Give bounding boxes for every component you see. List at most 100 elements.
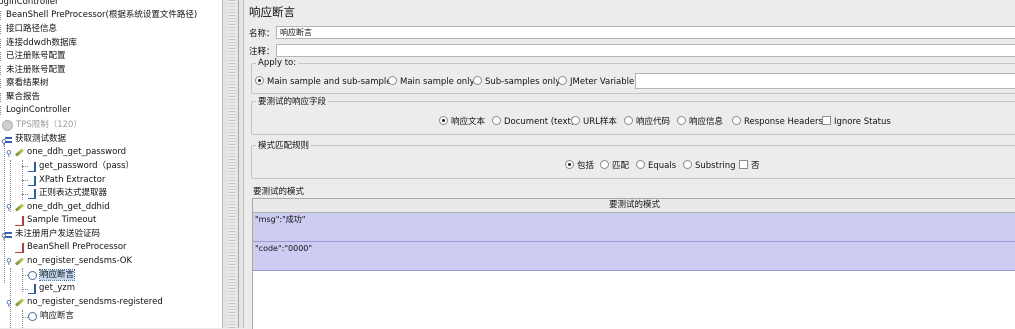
apply-main-and-sub-radio[interactable]: Main sample and sub-samples: [255, 76, 396, 88]
assertion-panel: 响应断言 名称： 响应断言 注释： Apply to: Main sample …: [243, 0, 1015, 329]
rule-matches-radio[interactable]: 匹配: [600, 160, 629, 172]
radio-selected-icon: [255, 76, 264, 85]
tree-leaf-icon: [0, 11, 3, 20]
tree-item[interactable]: BeanShell PreProcessor: [15, 241, 127, 254]
tree-item-label: BeanShell PreProcessor: [27, 242, 127, 252]
tree-item[interactable]: 未注册账号配置: [0, 64, 66, 77]
field-to-test-legend: 要测试的响应字段: [258, 97, 327, 107]
tree-item-label: 接口路径信息: [6, 24, 58, 34]
tree-item[interactable]: 响应断言: [28, 269, 76, 282]
tree-item-label: LoginController: [6, 105, 71, 115]
tree-item-label: 聚合报告: [6, 92, 41, 102]
tree-item[interactable]: no_register_sendsms-registered: [15, 296, 163, 309]
tree-item[interactable]: one_ddh_get_ddhid: [15, 201, 110, 214]
patterns-table[interactable]: 要测试的模式 "msg":"成功" "code":"0000": [252, 198, 1015, 329]
field-response-code-radio[interactable]: 响应代码: [624, 116, 670, 128]
radio-icon: [683, 160, 692, 169]
apply-sub-only-radio[interactable]: Sub-samples only: [473, 76, 560, 88]
tree-item[interactable]: loginController: [0, 0, 59, 9]
expand-handle[interactable]: ⚲: [6, 258, 13, 266]
tree-item[interactable]: 正则表达式提取器: [28, 187, 107, 200]
tree-item-label: 正则表达式提取器: [39, 188, 108, 198]
assertion-icon: [28, 271, 37, 280]
field-response-message-radio[interactable]: 响应信息: [677, 116, 723, 128]
tree-item[interactable]: 响应断言: [28, 310, 74, 323]
apply-main-only-radio[interactable]: Main sample only: [388, 76, 475, 88]
tree-item[interactable]: 未注册用户发送验证码: [5, 228, 100, 241]
expand-handle[interactable]: ⚲: [6, 150, 13, 158]
sampler-icon: [15, 298, 24, 307]
tree-item[interactable]: TPS限制（120）: [2, 119, 82, 132]
rule-not-checkbox[interactable]: 否: [739, 160, 760, 172]
radio-selected-icon: [565, 160, 574, 169]
tree-item[interactable]: 已注册账号配置: [0, 50, 66, 63]
patterns-legend: 要测试的模式: [253, 187, 305, 197]
tree-item-label: loginController: [0, 0, 59, 7]
tree-item-label: get_yzm: [39, 283, 75, 293]
tree-leaf-icon: [0, 52, 3, 61]
tree-item-label: one_ddh_get_ddhid: [27, 202, 110, 212]
tree-item[interactable]: XPath Extractor: [28, 174, 105, 187]
checkbox-icon: [822, 116, 831, 125]
pane-splitter[interactable]: [222, 0, 244, 328]
tree-item[interactable]: get_yzm: [28, 282, 75, 295]
apply-jmeter-variable-radio[interactable]: JMeter Variable: [558, 76, 634, 88]
tree-item[interactable]: 接口路径信息: [0, 23, 57, 36]
extractor-icon: [28, 283, 36, 294]
tree-item[interactable]: LoginController: [0, 104, 71, 117]
field-document-text-radio[interactable]: Document (text): [492, 116, 574, 128]
tree-item-label: 响应断言: [40, 311, 75, 321]
option-label: 匹配: [612, 161, 630, 171]
rule-equals-radio[interactable]: Equals: [636, 160, 676, 172]
tree-item[interactable]: no_register_sendsms-OK: [15, 255, 132, 268]
rule-contains-radio[interactable]: 包括: [565, 160, 594, 172]
tree-item[interactable]: 聚合报告: [0, 91, 40, 104]
tree-item-label: 察看结果树: [6, 78, 49, 88]
expand-handle[interactable]: ⚲: [6, 300, 13, 308]
option-label: Document (text): [504, 117, 575, 127]
tree-item[interactable]: 获取测试数据: [5, 133, 66, 146]
table-row[interactable]: "msg":"成功": [253, 213, 1015, 242]
tree-item[interactable]: 察看结果树: [0, 77, 49, 90]
table-row[interactable]: "code":"0000": [253, 242, 1015, 271]
tree-item[interactable]: get_password（pass）: [28, 160, 134, 173]
jmeter-variable-input[interactable]: [635, 73, 1015, 89]
radio-icon: [492, 116, 501, 125]
name-field[interactable]: 响应断言: [276, 26, 1015, 39]
test-plan-tree[interactable]: ⚲ ⚲ ⚲ ⚲ ⚲ ⚲ loginController BeanShell Pr…: [0, 0, 222, 328]
tree-item-label: 响应断言: [38, 269, 76, 281]
patterns-column-header[interactable]: 要测试的模式: [253, 199, 1015, 213]
matching-rules-group: 模式匹配规则: [251, 139, 1015, 179]
matching-rules-legend: 模式匹配规则: [258, 141, 310, 151]
ignore-status-checkbox[interactable]: Ignore Status: [822, 116, 891, 128]
tree-item-label: 已注册账号配置: [6, 51, 66, 61]
tree-item[interactable]: Sample Timeout: [15, 214, 96, 227]
sampler-icon: [15, 257, 24, 266]
tree-item-label: 未注册用户发送验证码: [15, 229, 101, 239]
field-response-text-radio[interactable]: 响应文本: [439, 116, 485, 128]
extractor-icon: [28, 188, 36, 199]
tree-item-label: no_register_sendsms-registered: [27, 297, 163, 307]
field-response-headers-radio[interactable]: Response Headers: [732, 116, 823, 128]
field-url-sample-radio[interactable]: URL样本: [571, 116, 617, 128]
comment-field[interactable]: [276, 44, 1015, 57]
tree-item[interactable]: BeanShell PreProcessor(根据系统设置文件路径): [0, 9, 197, 22]
tree-leaf-icon: [0, 93, 3, 102]
expand-handle[interactable]: ⚲: [6, 204, 13, 212]
sampler-icon: [15, 203, 24, 212]
option-label: Ignore Status: [834, 117, 891, 127]
tree-item-label: 连接ddwdh数据库: [6, 38, 78, 48]
assertion-icon: [28, 312, 37, 321]
thread-group-icon: [5, 231, 12, 238]
option-label: 响应文本: [451, 117, 486, 127]
comment-label: 注释：: [249, 47, 275, 57]
radio-icon: [677, 116, 686, 125]
thread-group-icon: [5, 136, 12, 143]
rule-substring-radio[interactable]: Substring: [683, 160, 736, 172]
splitter-grip[interactable]: [229, 0, 235, 328]
tree-item[interactable]: one_ddh_get_password: [15, 146, 126, 159]
tree-item-label: 未注册账号配置: [6, 65, 66, 75]
radio-icon: [388, 76, 397, 85]
panel-title: 响应断言: [249, 5, 295, 19]
tree-item[interactable]: 连接ddwdh数据库: [0, 37, 77, 50]
